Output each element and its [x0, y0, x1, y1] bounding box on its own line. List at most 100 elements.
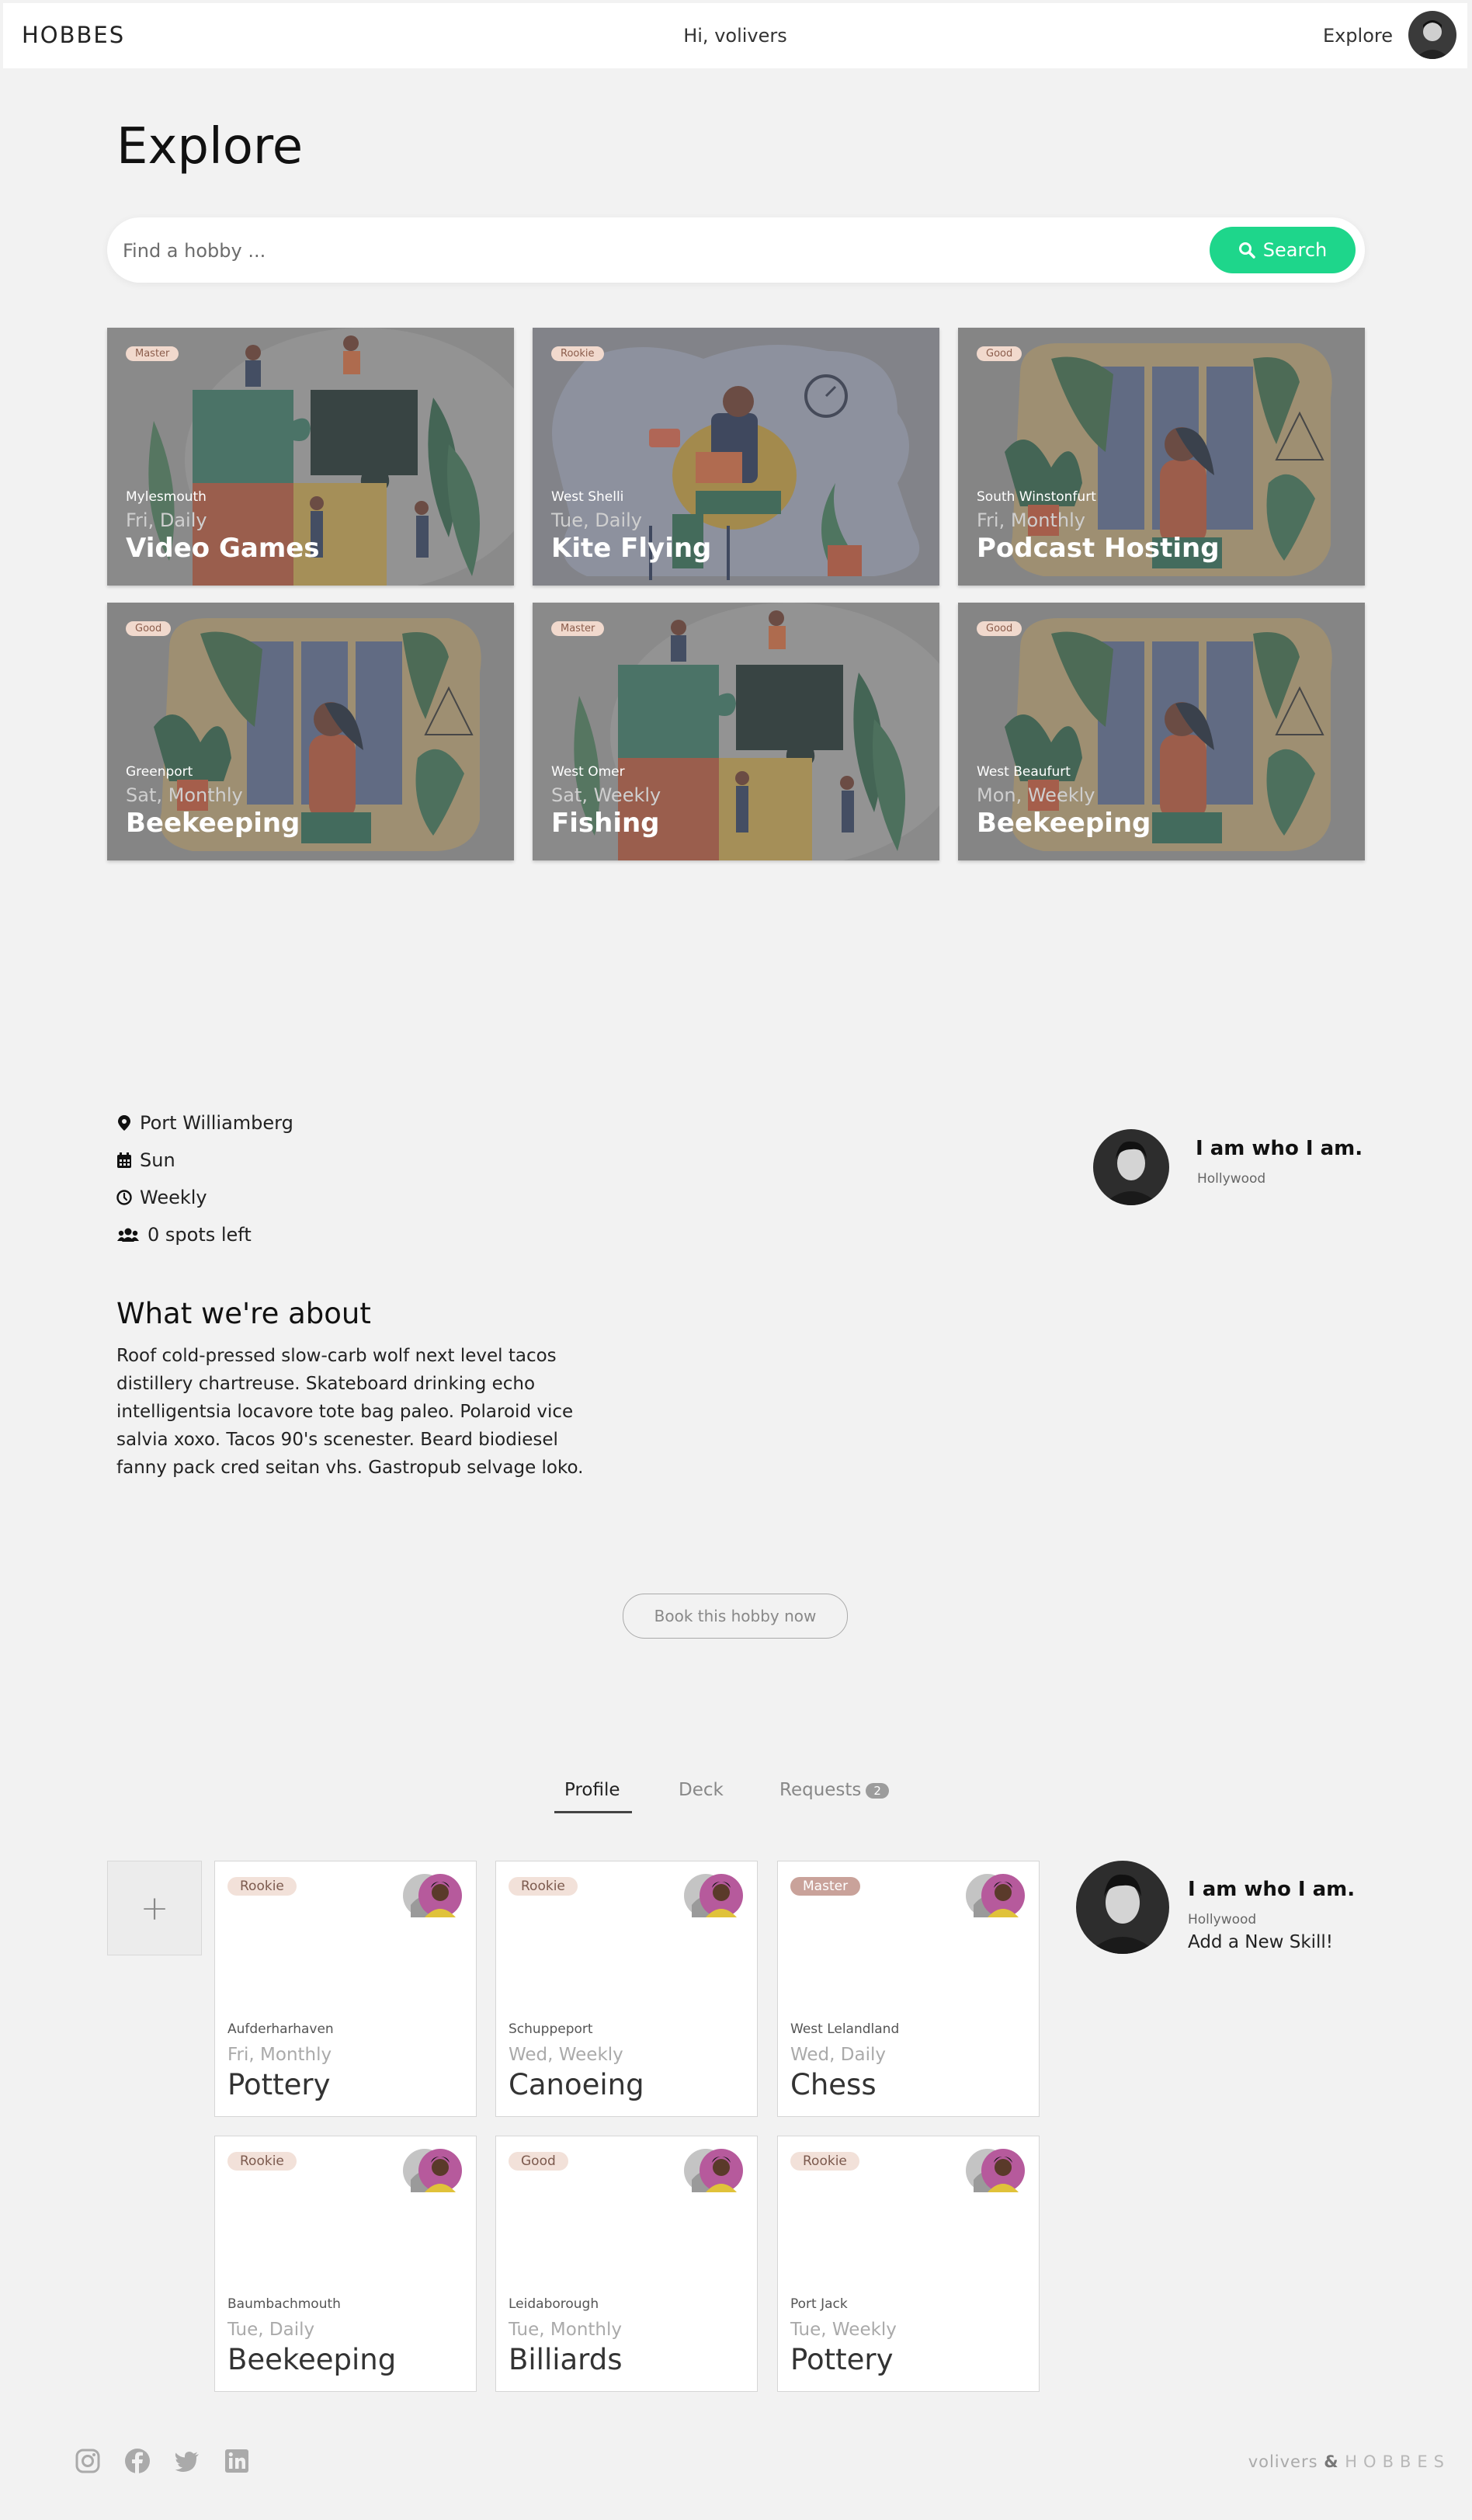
skill-schedule: Tue, Monthly	[509, 2320, 622, 2340]
search-button[interactable]: Search	[1210, 227, 1356, 273]
hobby-card[interactable]: Good Greenport Sat, Monthly Beekeeping	[107, 603, 514, 860]
participant-avatars	[960, 2147, 1026, 2194]
footer-credit: volivers & HOBBES	[1248, 2452, 1450, 2471]
hobby-name: Podcast Hosting	[977, 533, 1220, 564]
facebook-icon[interactable]	[124, 2448, 151, 2474]
participant-avatars	[960, 1872, 1026, 1919]
skill-schedule: Tue, Weekly	[790, 2320, 897, 2340]
user-avatar[interactable]	[1408, 11, 1456, 59]
level-badge: Master	[551, 621, 605, 636]
tab-requests-label: Requests	[779, 1780, 862, 1800]
hobby-name: Beekeeping	[126, 808, 300, 839]
add-new-skill-link[interactable]: Add a New Skill!	[1188, 1932, 1333, 1952]
level-badge: Rookie	[551, 346, 604, 361]
skill-card[interactable]: Rookie Schuppeport Wed, Weekly Canoeing	[495, 1861, 758, 2117]
hobby-schedule: Fri, Daily	[126, 509, 207, 531]
tab-profile[interactable]: Profile	[564, 1780, 620, 1800]
hobby-card[interactable]: Good South Winstonfurt Fri, Monthly Podc…	[958, 328, 1365, 586]
hobby-card[interactable]: Good West Beaufurt Mon, Weekly Beekeepin…	[958, 603, 1365, 860]
skill-schedule: Fri, Monthly	[227, 2045, 332, 2065]
hobby-card[interactable]: Master Mylesmouth Fri, Daily Video Games	[107, 328, 514, 586]
participant-avatars	[678, 1872, 745, 1919]
page-title: Explore	[116, 118, 304, 176]
search-bar: Search	[107, 217, 1365, 283]
participant-avatars	[397, 2147, 463, 2194]
skill-location: Baumbachmouth	[227, 2296, 341, 2312]
hobby-location: West Shelli	[551, 489, 624, 505]
profile-avatar[interactable]	[1076, 1861, 1169, 1954]
twitter-icon[interactable]	[174, 2448, 200, 2474]
search-input[interactable]	[121, 230, 1134, 272]
hobby-name: Kite Flying	[551, 533, 712, 564]
clock-icon	[116, 1190, 132, 1205]
book-hobby-button[interactable]: Book this hobby now	[623, 1594, 848, 1639]
skill-name: Pottery	[227, 2068, 331, 2101]
detail-spots-text: 0 spots left	[148, 1224, 252, 1246]
tab-deck[interactable]: Deck	[679, 1780, 724, 1800]
level-badge: Good	[977, 346, 1022, 361]
hobby-card[interactable]: Rookie West Shelli Tue, Daily Kite Flyin…	[533, 328, 939, 586]
footer-amp: &	[1324, 2452, 1339, 2471]
search-button-label: Search	[1262, 239, 1328, 261]
level-badge: Master	[126, 346, 179, 361]
detail-location-text: Port Williamberg	[140, 1112, 293, 1134]
hobby-location: Mylesmouth	[126, 489, 207, 505]
hobby-schedule: Sat, Monthly	[126, 784, 243, 806]
requests-count-badge: 2	[866, 1782, 889, 1799]
calendar-icon	[117, 1152, 131, 1168]
linkedin-icon[interactable]	[224, 2448, 250, 2474]
hobby-schedule: Mon, Weekly	[977, 784, 1095, 806]
skill-schedule: Wed, Daily	[790, 2045, 886, 2065]
level-badge: Good	[977, 621, 1022, 636]
about-heading: What we're about	[116, 1297, 371, 1330]
detail-location: Port Williamberg	[116, 1112, 293, 1134]
skill-name: Canoeing	[509, 2068, 644, 2101]
skill-card[interactable]: Rookie Port Jack Tue, Weekly Pottery	[777, 2136, 1040, 2392]
hobby-name: Beekeeping	[977, 808, 1151, 839]
owner-location: Hollywood	[1197, 1171, 1266, 1187]
level-badge: Good	[126, 621, 172, 636]
footer-user: volivers	[1248, 2452, 1318, 2471]
footer-brand: HOBBES	[1345, 2452, 1450, 2471]
users-icon	[117, 1228, 139, 1242]
map-pin-icon	[118, 1115, 130, 1131]
hobby-location: West Beaufurt	[977, 764, 1071, 780]
owner-name: I am who I am.	[1196, 1137, 1363, 1160]
detail-day: Sun	[116, 1149, 175, 1171]
detail-frequency: Weekly	[116, 1187, 207, 1208]
profile-name: I am who I am.	[1188, 1878, 1356, 1901]
skill-name: Pottery	[790, 2343, 894, 2376]
hobby-schedule: Tue, Daily	[551, 509, 642, 531]
hobby-name: Video Games	[126, 533, 320, 564]
nav-explore-link[interactable]: Explore	[1323, 25, 1393, 47]
skill-card[interactable]: Master West Lelandland Wed, Daily Chess	[777, 1861, 1040, 2117]
level-badge: Rookie	[790, 2152, 859, 2171]
skill-card[interactable]: Rookie Aufderharhaven Fri, Monthly Potte…	[214, 1861, 477, 2117]
hobby-location: Greenport	[126, 764, 193, 780]
hobby-schedule: Sat, Weekly	[551, 784, 661, 806]
skill-location: Leidaborough	[509, 2296, 599, 2312]
add-skill-button[interactable]: +	[107, 1861, 202, 1955]
detail-frequency-text: Weekly	[140, 1187, 207, 1208]
detail-day-text: Sun	[140, 1149, 175, 1171]
profile-location: Hollywood	[1188, 1912, 1257, 1927]
tab-requests[interactable]: Requests 2	[779, 1780, 889, 1800]
skill-location: Schuppeport	[509, 2021, 593, 2037]
top-navbar: HOBBES Hi, volivers Explore	[3, 3, 1467, 68]
level-badge: Master	[790, 1877, 861, 1896]
skill-card[interactable]: Rookie Baumbachmouth Tue, Daily Beekeepi…	[214, 2136, 477, 2392]
participant-avatars	[678, 2147, 745, 2194]
skill-location: West Lelandland	[790, 2021, 900, 2037]
hobby-name: Fishing	[551, 808, 660, 839]
active-tab-indicator	[554, 1811, 632, 1813]
owner-avatar[interactable]	[1093, 1129, 1169, 1205]
instagram-icon[interactable]	[75, 2448, 101, 2474]
about-description: Roof cold-pressed slow-carb wolf next le…	[116, 1346, 584, 1478]
hobby-card[interactable]: Master West Omer Sat, Weekly Fishing	[533, 603, 939, 860]
skill-card[interactable]: Good Leidaborough Tue, Monthly Billiards	[495, 2136, 758, 2392]
level-badge: Rookie	[227, 1877, 297, 1896]
skill-location: Port Jack	[790, 2296, 848, 2312]
skill-schedule: Wed, Weekly	[509, 2045, 623, 2065]
level-badge: Rookie	[509, 1877, 578, 1896]
skill-name: Billiards	[509, 2343, 623, 2376]
